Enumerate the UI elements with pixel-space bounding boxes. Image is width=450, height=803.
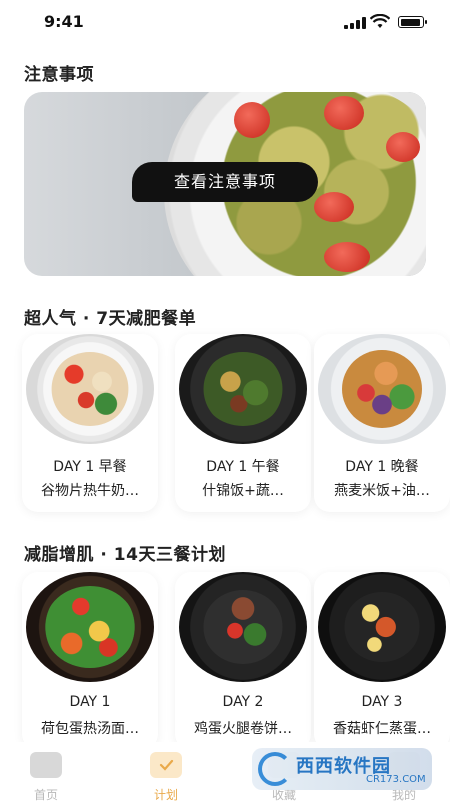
notice-banner[interactable]: 查看注意事项 <box>24 92 426 276</box>
status-bar: 9:41 <box>0 0 450 44</box>
wifi-icon <box>370 14 390 28</box>
watermark-icon <box>258 752 292 786</box>
plan-check-icon <box>150 752 182 778</box>
section2-title: 减脂增肌 · 14天三餐计划 <box>24 545 226 565</box>
battery-icon <box>398 16 427 28</box>
meal-card[interactable]: DAY 1 荷包蛋热汤面… <box>22 572 158 750</box>
tomato-image <box>314 192 354 222</box>
watermark-url: CR173.COM <box>366 774 426 785</box>
tomato-image <box>386 132 420 162</box>
meal-image <box>26 572 154 682</box>
meal-desc: 燕麦米饭+油… <box>334 483 430 499</box>
tomato-image <box>324 96 364 130</box>
notice-section-title: 注意事项 <box>24 65 94 85</box>
meal-image <box>318 334 446 444</box>
meal-desc: 谷物片热牛奶… <box>41 483 139 499</box>
tomato-image <box>234 102 270 138</box>
meal-day: DAY 1 <box>69 694 111 710</box>
meal-card[interactable]: DAY 3 香菇虾仁蒸蛋… <box>314 572 450 750</box>
meal-card[interactable]: DAY 1 午餐 什锦饭+蔬… <box>175 334 311 512</box>
meal-day: DAY 3 <box>361 694 403 710</box>
tab-label: 首页 <box>33 788 58 802</box>
tab-label: 计划 <box>153 788 178 802</box>
meal-day: DAY 1 早餐 <box>53 459 127 475</box>
home-icon <box>30 752 62 778</box>
meal-day: DAY 1 晚餐 <box>345 459 419 475</box>
watermark-logo: 西西软件园 CR173.COM <box>252 748 432 790</box>
meal-image <box>26 334 154 444</box>
meal-image <box>318 572 446 682</box>
signal-icon <box>344 17 366 29</box>
tomato-image <box>324 242 370 272</box>
meal-day: DAY 1 午餐 <box>206 459 280 475</box>
meal-image <box>179 334 307 444</box>
section1-title: 超人气 · 7天减肥餐单 <box>24 309 197 329</box>
tab-home[interactable]: 首页 <box>6 748 86 802</box>
meal-desc: 鸡蛋火腿卷饼… <box>194 721 292 737</box>
meal-desc: 什锦饭+蔬… <box>202 483 284 499</box>
status-time: 9:41 <box>44 12 84 31</box>
meal-desc: 香菇虾仁蒸蛋… <box>333 721 431 737</box>
meal-card[interactable]: DAY 1 晚餐 燕麦米饭+油… <box>314 334 450 512</box>
view-notice-button[interactable]: 查看注意事项 <box>132 162 318 202</box>
meal-card[interactable]: DAY 1 早餐 谷物片热牛奶… <box>22 334 158 512</box>
meal-desc: 荷包蛋热汤面… <box>41 721 139 737</box>
meal-day: DAY 2 <box>222 694 264 710</box>
meal-image <box>179 572 307 682</box>
meal-card[interactable]: DAY 2 鸡蛋火腿卷饼… <box>175 572 311 750</box>
tab-plan[interactable]: 计划 <box>126 748 206 802</box>
